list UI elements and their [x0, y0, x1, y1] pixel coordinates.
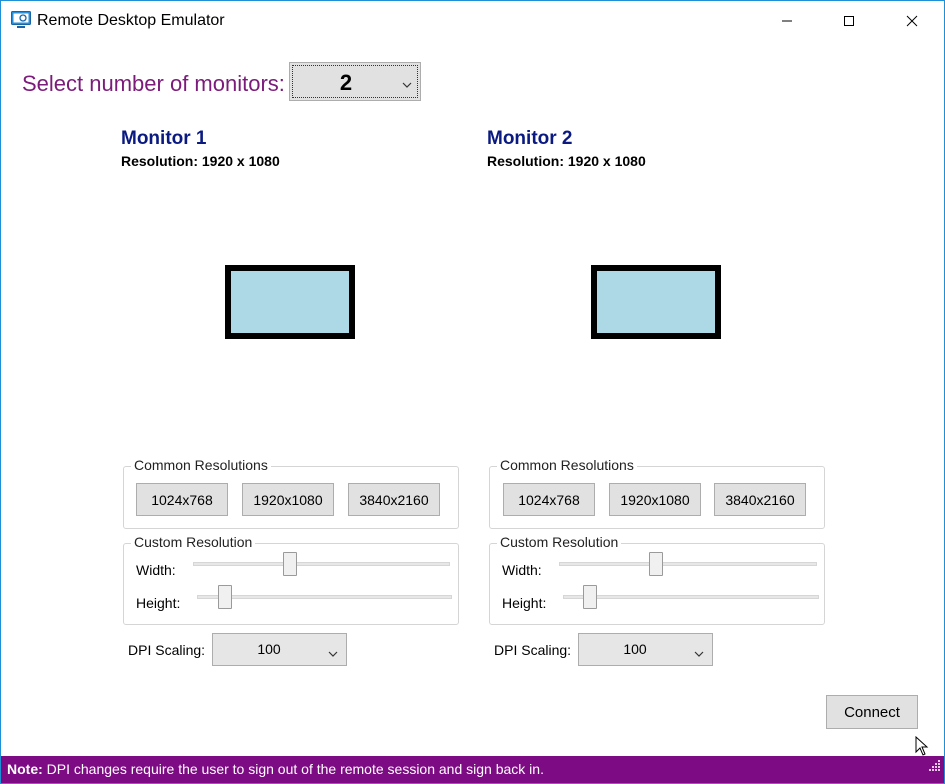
- height-slider-thumb[interactable]: [218, 585, 232, 609]
- monitor-title: Monitor 1: [121, 128, 207, 149]
- width-slider-thumb[interactable]: [283, 552, 297, 576]
- dpi-scaling-label: DPI Scaling:: [128, 642, 206, 658]
- monitor-preview: [225, 265, 355, 339]
- width-slider[interactable]: [193, 562, 450, 566]
- status-bar: Note: DPI changes require the user to si…: [1, 756, 944, 783]
- close-icon: [906, 15, 918, 27]
- group-legend: Custom Resolution: [497, 534, 622, 550]
- dpi-scaling-dropdown[interactable]: 100: [578, 633, 713, 666]
- dpi-scaling-dropdown[interactable]: 100: [212, 633, 347, 666]
- width-label: Width:: [502, 562, 542, 578]
- chevron-down-icon: [694, 645, 704, 663]
- width-slider-thumb[interactable]: [649, 552, 663, 576]
- common-resolutions-group: Common Resolutions 1024x768 1920x1080 38…: [489, 457, 825, 529]
- custom-resolution-group: Custom Resolution Width: Height:: [489, 534, 825, 625]
- group-legend: Custom Resolution: [131, 534, 256, 550]
- dpi-scaling-value: 100: [623, 641, 647, 657]
- resize-grip-icon[interactable]: [929, 753, 941, 780]
- connect-button[interactable]: Connect: [826, 695, 918, 729]
- height-label: Height:: [502, 595, 547, 611]
- chevron-down-icon: [328, 645, 338, 663]
- preset-3840x2160-button[interactable]: 3840x2160: [714, 483, 806, 516]
- maximize-icon: [844, 16, 854, 26]
- dpi-scaling-value: 100: [257, 641, 281, 657]
- remote-desktop-icon: [11, 11, 31, 29]
- height-slider[interactable]: [197, 595, 452, 599]
- monitor-preview: [591, 265, 721, 339]
- preset-1024x768-button[interactable]: 1024x768: [136, 483, 228, 516]
- app-window: Remote Desktop Emulator Select number of…: [0, 0, 945, 784]
- preset-1920x1080-button[interactable]: 1920x1080: [242, 483, 334, 516]
- height-slider-thumb[interactable]: [583, 585, 597, 609]
- group-legend: Common Resolutions: [131, 457, 271, 473]
- monitor-title: Monitor 2: [487, 128, 573, 149]
- preset-1920x1080-button[interactable]: 1920x1080: [609, 483, 701, 516]
- height-label: Height:: [136, 595, 181, 611]
- height-slider[interactable]: [563, 595, 819, 599]
- monitor-panel-1: Monitor 1 Resolution: 1920 x 1080 Common…: [121, 1, 466, 681]
- monitor-resolution: Resolution: 1920 x 1080: [121, 153, 280, 169]
- width-slider[interactable]: [559, 562, 817, 566]
- preset-3840x2160-button[interactable]: 3840x2160: [348, 483, 440, 516]
- monitor-resolution: Resolution: 1920 x 1080: [487, 153, 646, 169]
- monitor-panel-2: Monitor 2 Resolution: 1920 x 1080 Common…: [487, 1, 832, 681]
- close-button[interactable]: [880, 1, 944, 41]
- preset-1024x768-button[interactable]: 1024x768: [503, 483, 595, 516]
- common-resolutions-group: Common Resolutions 1024x768 1920x1080 38…: [123, 457, 459, 529]
- status-prefix: Note:: [7, 761, 43, 777]
- status-message: DPI changes require the user to sign out…: [42, 761, 544, 777]
- dpi-scaling-label: DPI Scaling:: [494, 642, 572, 658]
- group-legend: Common Resolutions: [497, 457, 637, 473]
- custom-resolution-group: Custom Resolution Width: Height:: [123, 534, 459, 625]
- width-label: Width:: [136, 562, 176, 578]
